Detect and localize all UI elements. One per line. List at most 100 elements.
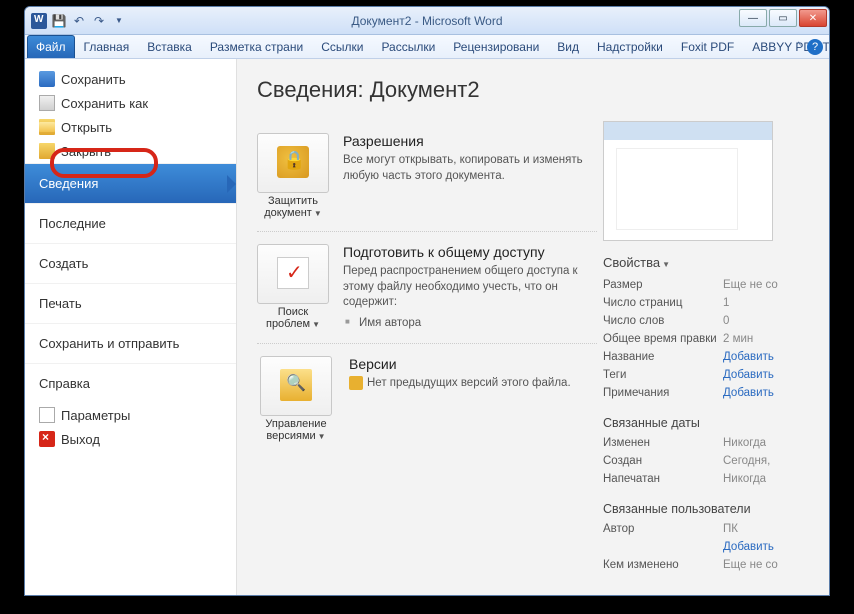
prepare-share-section: Поиск проблем▼ Подготовить к общему дост… <box>257 232 597 344</box>
ribbon-tabs: Файл Главная Вставка Разметка страни Ссы… <box>25 35 829 59</box>
menu-info-label: Сведения <box>39 176 98 191</box>
menu-print-label: Печать <box>39 296 82 311</box>
close-button[interactable]: ✕ <box>799 9 827 27</box>
menu-options-label: Параметры <box>61 408 130 423</box>
qat-redo-icon[interactable]: ↷ <box>91 13 107 29</box>
prop-modified-key: Изменен <box>603 434 723 452</box>
menu-share[interactable]: Сохранить и отправить <box>25 323 236 363</box>
chevron-down-icon: ▼ <box>662 260 670 269</box>
close-doc-icon <box>39 143 55 159</box>
backstage-view: Сохранить Сохранить как Открыть Закрыть … <box>25 59 829 595</box>
options-icon <box>39 407 55 423</box>
menu-new-label: Создать <box>39 256 88 271</box>
ribbon-collapse-icon[interactable]: ^ <box>796 41 801 52</box>
related-people-header: Связанные пользователи <box>603 502 803 516</box>
permissions-section: Защитить документ▼ Разрешения Все могут … <box>257 121 597 232</box>
menu-info[interactable]: Сведения <box>25 163 236 203</box>
info-panel: Сведения: Документ2 Защитить документ▼ Р… <box>237 59 829 595</box>
prop-words-key: Число слов <box>603 312 723 330</box>
menu-close-label: Закрыть <box>61 144 111 159</box>
menu-print[interactable]: Печать <box>25 283 236 323</box>
prop-edit-val: 2 мин <box>723 330 803 348</box>
prop-lastmod-val: Еще не со <box>723 556 803 574</box>
menu-share-label: Сохранить и отправить <box>39 336 179 351</box>
prop-tags-val[interactable]: Добавить <box>723 366 803 384</box>
prop-author-key: Автор <box>603 520 723 538</box>
prop-title-key: Название <box>603 348 723 366</box>
menu-saveas[interactable]: Сохранить как <box>25 91 236 115</box>
menu-help[interactable]: Справка <box>25 363 236 403</box>
prop-size-key: Размер <box>603 276 723 294</box>
prop-author-add[interactable]: Добавить <box>723 538 803 556</box>
menu-recent[interactable]: Последние <box>25 203 236 243</box>
tab-file[interactable]: Файл <box>27 35 75 58</box>
quick-access-toolbar: 💾 ↶ ↷ ▼ <box>51 13 127 29</box>
prop-title-val[interactable]: Добавить <box>723 348 803 366</box>
prop-author-val: ПК <box>723 520 803 538</box>
tab-addins[interactable]: Надстройки <box>588 35 672 58</box>
prop-size-val: Еще не со <box>723 276 803 294</box>
dropdown-arrow-icon: ▼ <box>314 209 322 218</box>
related-dates-table: ИзмененНикогда СозданСегодня, НапечатанН… <box>603 434 803 488</box>
prop-edit-key: Общее время правки <box>603 330 723 348</box>
tab-home[interactable]: Главная <box>75 35 139 58</box>
minimize-button[interactable]: — <box>739 9 767 27</box>
menu-new[interactable]: Создать <box>25 243 236 283</box>
prop-created-val: Сегодня, <box>723 452 803 470</box>
menu-recent-label: Последние <box>39 216 106 231</box>
prop-pages-key: Число страниц <box>603 294 723 312</box>
check-issues-button[interactable]: Поиск проблем▼ <box>257 244 329 331</box>
tab-layout[interactable]: Разметка страни <box>201 35 312 58</box>
versions-title: Версии <box>349 356 571 372</box>
tab-foxit[interactable]: Foxit PDF <box>672 35 743 58</box>
backstage-menu: Сохранить Сохранить как Открыть Закрыть … <box>25 59 237 595</box>
dropdown-arrow-icon: ▼ <box>318 432 326 441</box>
prop-created-key: Создан <box>603 452 723 470</box>
properties-pane: Свойства▼ РазмерЕще не со Число страниц1… <box>603 121 803 588</box>
tab-review[interactable]: Рецензировани <box>444 35 548 58</box>
menu-exit[interactable]: Выход <box>25 427 236 451</box>
prepare-share-title: Подготовить к общему доступу <box>343 244 597 260</box>
title-bar: 💾 ↶ ↷ ▼ Документ2 - Microsoft Word — ▭ ✕ <box>25 7 829 35</box>
checklist-icon <box>277 257 309 289</box>
document-thumbnail[interactable] <box>603 121 773 241</box>
dropdown-arrow-icon: ▼ <box>312 320 320 329</box>
properties-dropdown[interactable]: Свойства▼ <box>603 255 803 270</box>
manage-versions-button[interactable]: Управление версиями▼ <box>257 356 335 442</box>
protect-document-button[interactable]: Защитить документ▼ <box>257 133 329 219</box>
prop-printed-val: Никогда <box>723 470 803 488</box>
qat-dropdown-icon[interactable]: ▼ <box>111 13 127 29</box>
properties-table: РазмерЕще не со Число страниц1 Число сло… <box>603 276 803 402</box>
protect-document-label: Защитить документ <box>264 195 318 219</box>
share-item-author: Имя автора <box>343 315 597 331</box>
related-dates-header: Связанные даты <box>603 416 803 430</box>
menu-save[interactable]: Сохранить <box>25 67 236 91</box>
menu-save-label: Сохранить <box>61 72 126 87</box>
tab-view[interactable]: Вид <box>548 35 588 58</box>
word-app-icon <box>31 13 47 29</box>
versions-section: Управление версиями▼ Версии Нет предыдущ… <box>257 344 597 454</box>
tab-insert[interactable]: Вставка <box>138 35 201 58</box>
tab-references[interactable]: Ссылки <box>312 35 372 58</box>
exit-icon <box>39 431 55 447</box>
prop-modified-val: Никогда <box>723 434 803 452</box>
tab-mailings[interactable]: Рассылки <box>372 35 444 58</box>
menu-close[interactable]: Закрыть <box>25 139 236 163</box>
maximize-button[interactable]: ▭ <box>769 9 797 27</box>
window-title: Документ2 - Microsoft Word <box>351 14 502 28</box>
qat-save-icon[interactable]: 💾 <box>51 13 67 29</box>
menu-options[interactable]: Параметры <box>25 403 236 427</box>
prop-comments-key: Примечания <box>603 384 723 402</box>
help-icon[interactable]: ? <box>807 39 823 55</box>
permissions-title: Разрешения <box>343 133 597 149</box>
prop-pages-val: 1 <box>723 294 803 312</box>
open-folder-icon <box>39 119 55 135</box>
app-window: 💾 ↶ ↷ ▼ Документ2 - Microsoft Word — ▭ ✕… <box>24 6 830 596</box>
check-issues-label: Поиск проблем <box>266 306 310 330</box>
saveas-icon <box>39 95 55 111</box>
menu-open[interactable]: Открыть <box>25 115 236 139</box>
qat-undo-icon[interactable]: ↶ <box>71 13 87 29</box>
menu-open-label: Открыть <box>61 120 112 135</box>
prop-comments-val[interactable]: Добавить <box>723 384 803 402</box>
version-doc-icon <box>349 376 363 390</box>
